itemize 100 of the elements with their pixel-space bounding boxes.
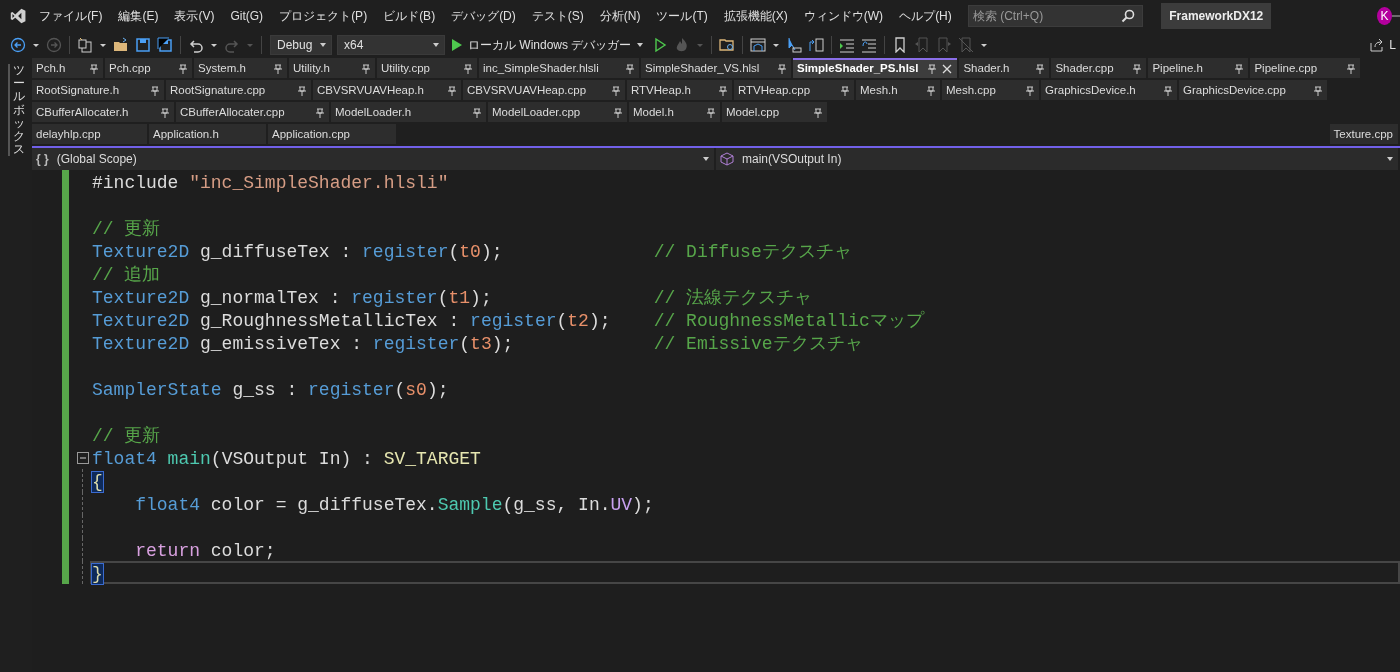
pin-icon[interactable]: [448, 86, 456, 96]
pin-icon[interactable]: [814, 108, 822, 118]
live-share-button[interactable]: L: [1366, 36, 1400, 54]
pin-icon[interactable]: [1314, 86, 1322, 96]
document-tab[interactable]: RootSignature.h: [32, 80, 164, 100]
pin-icon[interactable]: [612, 86, 620, 96]
folder-search-icon[interactable]: [719, 37, 736, 53]
menu-item[interactable]: ウィンドウ(W): [795, 5, 892, 27]
pin-icon[interactable]: [778, 64, 786, 74]
solution-name: FrameworkDX12: [1161, 3, 1272, 29]
document-tab[interactable]: Model.h: [629, 102, 720, 122]
document-tab[interactable]: Application.h: [149, 124, 266, 144]
pin-icon[interactable]: [179, 64, 187, 74]
share-icon: [1370, 38, 1385, 52]
caret-icon: [319, 41, 327, 49]
pin-icon[interactable]: [841, 86, 849, 96]
document-tab[interactable]: Utility.cpp: [377, 58, 477, 78]
pointer-icon[interactable]: [786, 37, 803, 53]
document-tab[interactable]: Application.cpp: [268, 124, 396, 144]
pin-icon[interactable]: [151, 86, 159, 96]
save-all-icon[interactable]: [157, 37, 173, 53]
pin-icon[interactable]: [316, 108, 324, 118]
pin-icon[interactable]: [1133, 64, 1142, 74]
pin-icon[interactable]: [274, 64, 282, 74]
configuration-dropdown[interactable]: Debug: [270, 35, 332, 55]
document-tab[interactable]: RTVHeap.h: [627, 80, 732, 100]
document-tab[interactable]: Pipeline.cpp: [1250, 58, 1361, 78]
folder-icon[interactable]: [113, 37, 129, 53]
new-item-icon[interactable]: [77, 37, 93, 53]
pin-icon[interactable]: [362, 64, 370, 74]
document-tab[interactable]: inc_SimpleShader.hlsli: [479, 58, 639, 78]
document-tab[interactable]: System.h: [194, 58, 287, 78]
search-field[interactable]: 検索 (Ctrl+Q): [967, 5, 1144, 27]
document-tab[interactable]: delayhlp.cpp: [32, 124, 147, 144]
document-tab[interactable]: Pipeline.h: [1148, 58, 1249, 78]
document-tab[interactable]: Pch.cpp: [105, 58, 192, 78]
start-debugging-button[interactable]: ローカル Windows デバッガー: [447, 36, 649, 54]
menu-item[interactable]: デバッグ(D): [443, 5, 524, 27]
document-tab[interactable]: CBufferAllocater.h: [32, 102, 174, 122]
pin-icon[interactable]: [161, 108, 169, 118]
menu-item[interactable]: ヘルプ(H): [891, 5, 960, 27]
document-tab[interactable]: CBufferAllocater.cpp: [176, 102, 329, 122]
save-icon[interactable]: [135, 37, 151, 53]
menu-item[interactable]: ファイル(F): [31, 5, 111, 27]
document-tab[interactable]: RootSignature.cpp: [166, 80, 311, 100]
toolbox-tab[interactable]: ツールボックス: [12, 64, 25, 157]
document-tab[interactable]: RTVHeap.cpp: [734, 80, 854, 100]
document-tab[interactable]: ModelLoader.cpp: [488, 102, 627, 122]
menu-item[interactable]: テスト(S): [523, 5, 592, 27]
swap-icon[interactable]: [808, 37, 825, 53]
menu-item[interactable]: 分析(N): [591, 5, 649, 27]
document-tab[interactable]: Shader.h: [959, 58, 1050, 78]
menu-item[interactable]: 表示(V): [166, 5, 223, 27]
pin-icon[interactable]: [707, 108, 715, 118]
document-tab[interactable]: CBVSRVUAVHeap.cpp: [463, 80, 625, 100]
code-comment: // RoughnessMetallicマップ: [653, 310, 924, 329]
menu-item[interactable]: 編集(E): [110, 5, 167, 27]
indent-icon[interactable]: [839, 37, 856, 53]
document-tab[interactable]: Mesh.h: [856, 80, 940, 100]
pin-icon[interactable]: [927, 86, 935, 96]
menu-item[interactable]: プロジェクト(P): [271, 5, 376, 27]
pin-icon[interactable]: [1347, 64, 1356, 74]
account-avatar[interactable]: K: [1377, 7, 1392, 25]
code-line: // 追加: [92, 264, 162, 283]
pin-icon[interactable]: [614, 108, 622, 118]
pin-icon[interactable]: [1235, 64, 1244, 74]
platform-dropdown[interactable]: x64: [337, 35, 445, 55]
document-tab[interactable]: GraphicsDevice.cpp: [1179, 80, 1327, 100]
pin-icon[interactable]: [298, 86, 306, 96]
document-tab[interactable]: Mesh.cpp: [942, 80, 1039, 100]
document-tab[interactable]: ModelLoader.h: [331, 102, 486, 122]
pin-icon[interactable]: [90, 64, 98, 74]
pin-icon[interactable]: [1036, 64, 1045, 74]
close-icon[interactable]: [942, 64, 953, 74]
document-tab[interactable]: SimpleShader_VS.hlsl: [641, 58, 791, 78]
document-tab[interactable]: GraphicsDevice.h: [1041, 80, 1177, 100]
pin-icon[interactable]: [1026, 86, 1034, 96]
code-line: Texture2D g_RoughnessMetallicTex : register(t2);: [92, 310, 612, 329]
menu-item[interactable]: Git(G): [222, 5, 272, 27]
pin-icon[interactable]: [464, 64, 472, 74]
pin-icon[interactable]: [1164, 86, 1172, 96]
document-tab[interactable]: SimpleShader_PS.hlsl: [793, 58, 958, 78]
pin-icon[interactable]: [626, 64, 634, 74]
menu-item[interactable]: ビルド(B): [375, 5, 444, 27]
undo-icon[interactable]: [188, 37, 204, 53]
pin-icon[interactable]: [473, 108, 481, 118]
document-tab[interactable]: CBVSRVUAVHeap.h: [313, 80, 461, 100]
window-icon[interactable]: [750, 37, 767, 53]
pin-icon[interactable]: [928, 64, 937, 74]
document-tab[interactable]: Utility.h: [289, 58, 375, 78]
document-tab[interactable]: Model.cpp: [722, 102, 827, 122]
document-tab[interactable]: Texture.cpp: [1329, 124, 1398, 144]
menu-item[interactable]: 拡張機能(X): [715, 5, 796, 27]
menu-item[interactable]: ツール(T): [648, 5, 716, 27]
pin-icon[interactable]: [719, 86, 727, 96]
collapse-icon[interactable]: [76, 451, 89, 464]
code-line: Texture2D g_emissiveTex : register(t3);: [92, 333, 515, 352]
document-tab[interactable]: Pch.h: [32, 58, 103, 78]
document-tab[interactable]: Shader.cpp: [1051, 58, 1147, 78]
caret-icon: [636, 41, 645, 49]
